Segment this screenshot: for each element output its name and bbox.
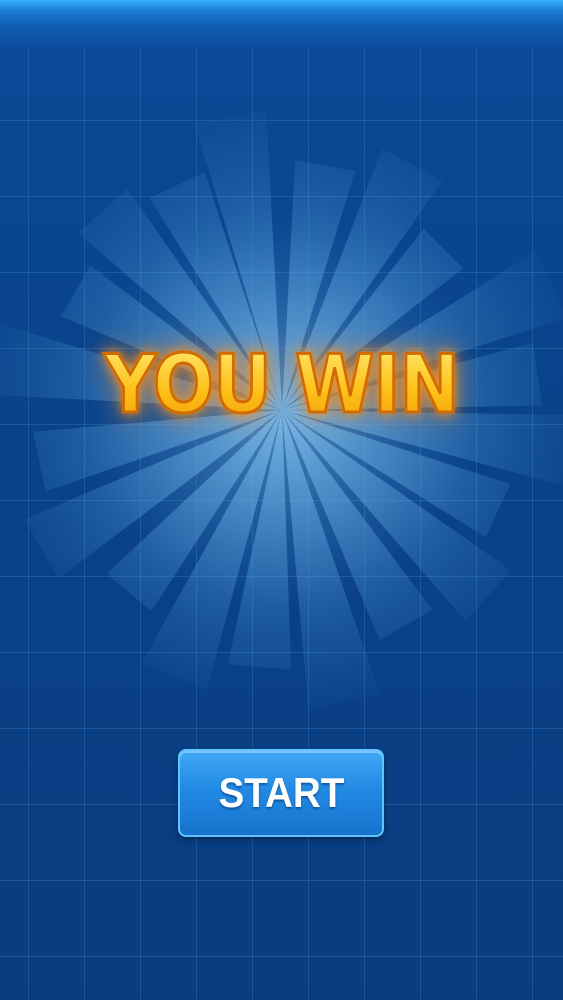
start-button[interactable]: START — [178, 749, 384, 837]
game-screen: YOU WIN START — [0, 0, 563, 1000]
light-burst — [0, 110, 563, 709]
start-button-label: START — [218, 769, 344, 816]
win-title: YOU WIN — [28, 343, 535, 426]
